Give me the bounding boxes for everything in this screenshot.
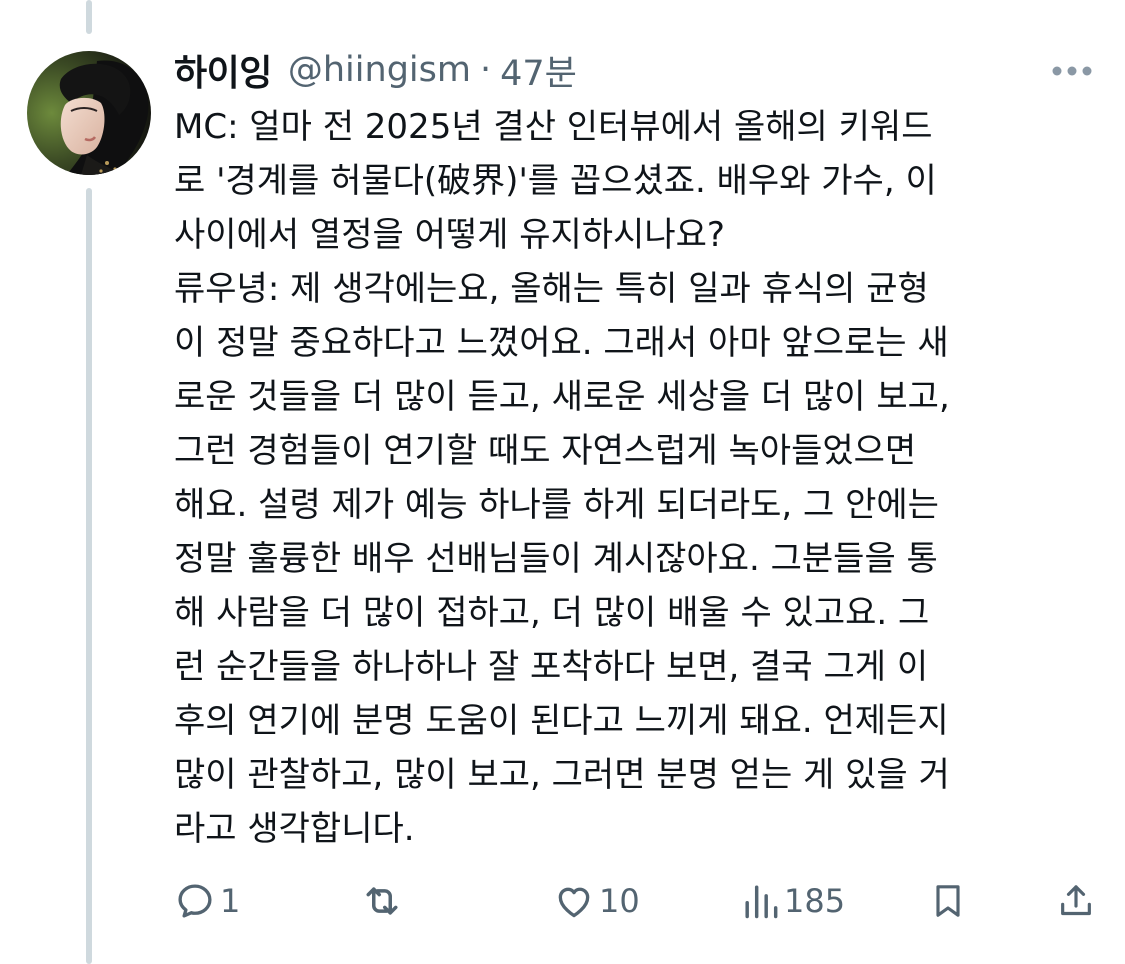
retweet-button[interactable] xyxy=(360,875,408,927)
tweet-text-line: 정말 훌륭한 배우 선배님들이 계시잖아요. 그분들을 통 xyxy=(174,539,938,579)
tweet-text: MC: 얼마 전 2025년 결산 인터뷰에서 올해의 키워드 로 '경계를 허… xyxy=(174,100,1074,856)
tweet-text-line: 로운 것들을 더 많이 듣고, 새로운 세상을 더 많이 보고, xyxy=(174,377,950,417)
views-button[interactable]: 185 xyxy=(742,875,845,927)
tweet-header: 하이잉 @hiingism · 47분 xyxy=(174,44,577,96)
tweet-text-line: 해 사람을 더 많이 접하고, 더 많이 배울 수 있고요. 그 xyxy=(174,593,930,633)
share-button[interactable] xyxy=(1056,875,1096,927)
tweet-text-line: 해요. 설령 제가 예능 하나를 하게 되더라도, 그 안에는 xyxy=(174,485,939,525)
avatar[interactable] xyxy=(27,51,151,175)
share-icon xyxy=(1061,885,1091,916)
reply-button[interactable]: 1 xyxy=(174,875,240,927)
bookmark-button[interactable] xyxy=(928,875,968,927)
more-options-button[interactable] xyxy=(1046,54,1098,88)
tweet-text-line: 류우녕: 제 생각에는요, 올해는 특히 일과 휴식의 균형 xyxy=(174,269,929,309)
tweet-text-line: 후의 연기에 분명 도움이 된다고 느끼게 돼요. 언제든지 xyxy=(174,701,949,741)
reply-count: 1 xyxy=(220,882,241,920)
tweet-text-line: 라고 생각합니다. xyxy=(174,809,415,849)
tweet-text-line: 로 '경계를 허물다(破界)'를 꼽으셨죠. 배우와 가수, 이 xyxy=(174,161,937,201)
views-icon xyxy=(745,885,778,919)
like-count: 10 xyxy=(599,882,640,920)
thread-line-top xyxy=(86,0,92,34)
tweet-timestamp[interactable]: 47분 xyxy=(500,45,577,96)
tweet-actions-bar: 1 10 185 xyxy=(0,875,1125,927)
heart-icon xyxy=(558,887,590,918)
author-display-name[interactable]: 하이잉 xyxy=(174,44,272,96)
retweet-icon xyxy=(366,887,398,915)
like-button[interactable]: 10 xyxy=(553,875,640,927)
separator-dot: · xyxy=(479,50,492,90)
bookmark-icon xyxy=(936,885,960,917)
tweet-text-line: 사이에서 열정을 어떻게 유지하시나요? xyxy=(174,215,725,255)
tweet-text-line: 그런 경험들이 연기할 때도 자연스럽게 녹아들었으면 xyxy=(174,431,917,471)
thread-line-bottom xyxy=(86,188,92,964)
more-dots-icon xyxy=(1052,66,1092,76)
views-count: 185 xyxy=(784,882,846,920)
author-handle[interactable]: @hiingism xyxy=(288,50,471,90)
tweet-text-line: MC: 얼마 전 2025년 결산 인터뷰에서 올해의 키워드 xyxy=(174,107,933,147)
tweet-text-line: 런 순간들을 하나하나 잘 포착하다 보면, 결국 그게 이 xyxy=(174,647,929,687)
avatar-image xyxy=(27,51,151,175)
tweet-text-line: 많이 관찰하고, 많이 보고, 그러면 분명 얻는 게 있을 거 xyxy=(174,755,950,795)
reply-icon xyxy=(178,884,212,918)
tweet-text-line: 이 정말 중요하다고 느꼈어요. 그래서 아마 앞으로는 새 xyxy=(174,323,949,363)
